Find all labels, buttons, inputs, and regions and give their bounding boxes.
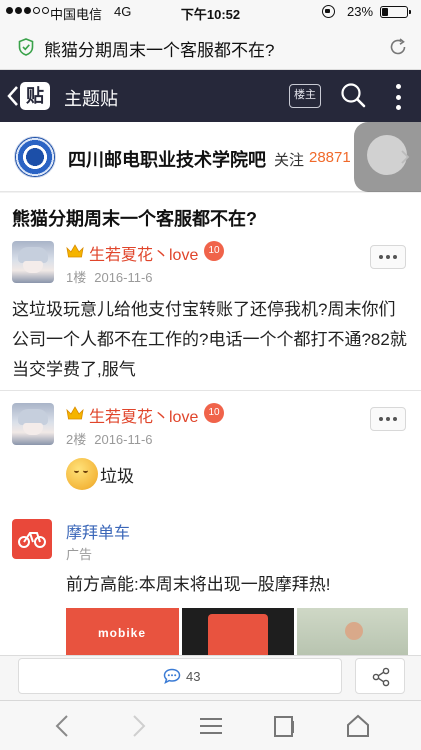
share-icon [372, 667, 390, 687]
assistive-touch-button[interactable] [354, 122, 421, 192]
floor-number: 2楼 [66, 432, 87, 447]
advertiser-name[interactable]: 摩拜单车 [66, 519, 130, 543]
ad-label: 广告 [66, 547, 93, 562]
page-title: 熊猫分期周末一个客服都不在? [44, 41, 275, 60]
username[interactable]: 生若夏花丶love [89, 241, 198, 265]
search-icon[interactable] [340, 82, 366, 110]
ad-headline[interactable]: 前方高能:本周末将出现一股摩拜热! [66, 570, 330, 595]
comment-icon [163, 668, 181, 684]
follow-label: 关注 [274, 152, 305, 169]
divider [0, 390, 421, 391]
forward-icon[interactable] [125, 713, 151, 739]
reply-bar: 43 [0, 655, 421, 700]
back-chevron-icon[interactable] [6, 84, 20, 108]
reply-button[interactable]: 43 [18, 658, 342, 694]
level-badge: 10 [204, 403, 224, 423]
reply-text: 垃圾 [100, 466, 134, 486]
home-icon[interactable] [345, 713, 371, 739]
orientation-lock-icon [322, 5, 335, 18]
user-avatar[interactable] [12, 241, 54, 283]
tieba-logo[interactable]: 贴 [20, 82, 50, 110]
menu-icon[interactable] [198, 713, 224, 739]
address-bar[interactable]: 熊猫分期周末一个客服都不在? [0, 24, 421, 70]
forum-bar[interactable]: 四川邮电职业技术学院吧 关注 28871 [0, 122, 421, 192]
post-floor: 生若夏花丶love 10 2楼 2016-11-6 垃圾 [0, 403, 421, 498]
ad-image-strip[interactable]: mobike [66, 608, 408, 655]
tabs-icon[interactable] [272, 713, 298, 739]
post-thread: 熊猫分期周末一个客服都不在? 生若夏花丶love 10 1楼 2016-11-6 … [0, 193, 421, 655]
post-date: 2016-11-6 [94, 270, 153, 285]
more-menu-icon[interactable] [394, 84, 402, 110]
mobike-logo [12, 519, 52, 559]
crown-icon [66, 244, 84, 258]
ad-image-tile: mobike [66, 608, 179, 655]
post-title: 熊猫分期周末一个客服都不在? [12, 209, 257, 229]
post-date: 2016-11-6 [94, 432, 153, 447]
header-title: 主题贴 [64, 89, 118, 109]
floor-more-button[interactable] [370, 245, 406, 269]
chevron-right-icon [401, 150, 410, 164]
post-content: 这垃圾玩意儿给他支付宝转账了还停我机?周末你们公司一个人都不在工作的?电话一个个… [12, 300, 407, 379]
browser-toolbar [0, 700, 421, 750]
back-icon[interactable] [50, 713, 76, 739]
secure-shield-icon [18, 38, 34, 56]
follow-count: 28871 [309, 149, 351, 166]
username[interactable]: 生若夏花丶love [89, 403, 198, 427]
owner-only-button[interactable]: 楼主 [289, 84, 321, 108]
app-header: 贴 主题贴 楼主 [0, 70, 421, 122]
floor-number: 1楼 [66, 270, 87, 285]
post-meta: 1楼 2016-11-6 [66, 267, 153, 286]
crown-icon [66, 406, 84, 420]
battery-percentage: 23% [347, 4, 374, 19]
level-badge: 10 [204, 241, 224, 261]
reply-content: 垃圾 [66, 458, 134, 490]
ad-image-tile [182, 608, 294, 655]
reload-icon[interactable] [388, 37, 408, 57]
smile-emoji-icon [66, 458, 98, 490]
floor-more-button[interactable] [370, 407, 406, 431]
forum-avatar [14, 136, 56, 178]
forum-name: 四川邮电职业技术学院吧 [68, 150, 266, 170]
reply-count: 43 [186, 669, 201, 684]
ad-image-tile [297, 608, 408, 655]
battery-icon [380, 6, 411, 18]
post-floor: 生若夏花丶love 10 1楼 2016-11-6 这垃圾玩意儿给他支付宝转账了还… [0, 241, 421, 391]
ad-image-brand: mobike [98, 626, 147, 640]
post-meta: 2楼 2016-11-6 [66, 429, 153, 448]
ad-card[interactable]: 摩拜单车 广告 前方高能:本周末将出现一股摩拜热! mobike [0, 515, 421, 655]
user-avatar[interactable] [12, 403, 54, 445]
share-button[interactable] [355, 658, 405, 694]
status-bar: 中国电信 4G 下午10:52 23% [0, 0, 421, 24]
